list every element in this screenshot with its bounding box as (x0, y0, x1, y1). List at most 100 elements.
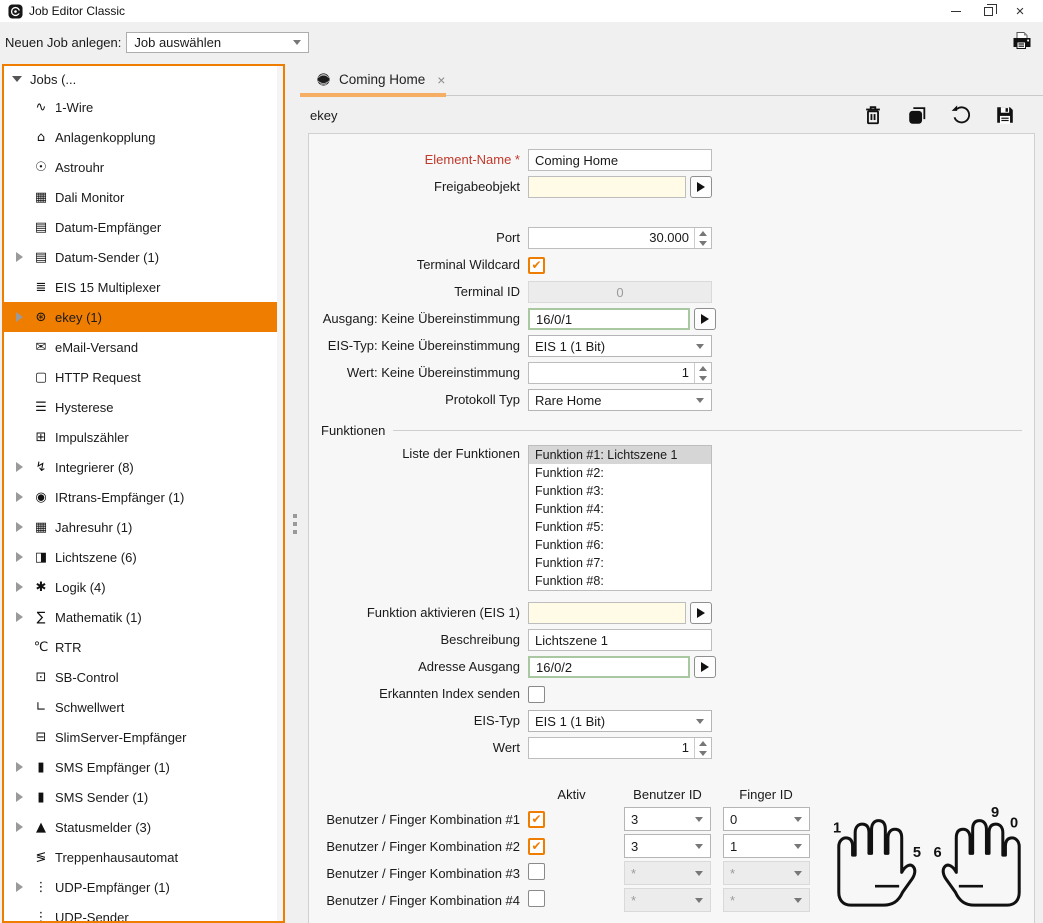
adresse-ausgang-picker-button[interactable] (694, 656, 716, 678)
sidebar-scrollbar[interactable] (277, 66, 283, 921)
spin-down-icon[interactable] (695, 238, 711, 248)
eis-typ-keine-uebereinstimmung-select[interactable]: EIS 1 (1 Bit) (528, 335, 712, 357)
aktiv-checkbox[interactable] (528, 863, 545, 880)
collapse-icon[interactable] (12, 76, 22, 82)
ausgang-keine-uebereinstimmung-input[interactable]: 16/0/1 (528, 308, 690, 330)
funktion-list-item[interactable]: Funktion #5: (529, 518, 711, 536)
beschreibung-input[interactable]: Lichtszene 1 (528, 629, 712, 651)
tree-item[interactable]: ⊛ ekey (1) (4, 302, 283, 332)
benutzer-id-select[interactable]: 3 (624, 834, 711, 858)
tree-item[interactable]: ◉ IRtrans-Empfänger (1) (4, 482, 283, 512)
expand-icon[interactable] (16, 252, 23, 262)
tree-item[interactable]: ▦ Jahresuhr (1) (4, 512, 283, 542)
spin-down-icon[interactable] (695, 373, 711, 383)
duplicate-button[interactable] (905, 103, 929, 127)
print-button[interactable] (1009, 29, 1035, 55)
spin-up-icon[interactable] (695, 363, 711, 373)
tree-item[interactable]: ☰ Hysterese (4, 392, 283, 422)
finger-id-select[interactable]: * (723, 888, 810, 912)
finger-id-select[interactable]: 1 (723, 834, 810, 858)
funktion-aktivieren-picker-button[interactable] (690, 602, 712, 624)
tree-item[interactable]: ∟ Schwellwert (4, 692, 283, 722)
spin-up-icon[interactable] (695, 738, 711, 748)
freigabeobjekt-picker-button[interactable] (690, 176, 712, 198)
spin-down-icon[interactable] (695, 748, 711, 758)
aktiv-checkbox[interactable] (528, 811, 545, 828)
eis-typ-select[interactable]: EIS 1 (1 Bit) (528, 710, 712, 732)
tree-item[interactable]: ▲ Statusmelder (3) (4, 812, 283, 842)
benutzer-id-select[interactable]: * (624, 888, 711, 912)
tree-item[interactable]: ⊡ SB-Control (4, 662, 283, 692)
finger-id-select[interactable]: * (723, 861, 810, 885)
tree-item[interactable]: ▤ Datum-Empfänger (4, 212, 283, 242)
save-button[interactable] (993, 103, 1017, 127)
protokoll-typ-select[interactable]: Rare Home (528, 389, 712, 411)
expand-icon[interactable] (16, 882, 23, 892)
expand-icon[interactable] (16, 612, 23, 622)
close-button[interactable]: × (1011, 2, 1029, 20)
tree-item[interactable]: ⊟ SlimServer-Empfänger (4, 722, 283, 752)
tree-item[interactable]: ≣ EIS 15 Multiplexer (4, 272, 283, 302)
spin-up-icon[interactable] (695, 228, 711, 238)
splitter-handle[interactable] (293, 514, 297, 534)
tree-item[interactable]: ◨ Lichtszene (6) (4, 542, 283, 572)
funktionen-listbox[interactable]: Funktion #1: Lichtszene 1Funktion #2:Fun… (528, 445, 712, 591)
tree-item[interactable]: ⌂ Anlagenkopplung (4, 122, 283, 152)
tree-item[interactable]: ⋮ UDP-Empfänger (1) (4, 872, 283, 902)
funktion-list-item[interactable]: Funktion #3: (529, 482, 711, 500)
tree-item[interactable]: ≶ Treppenhausautomat (4, 842, 283, 872)
funktion-list-item[interactable]: Funktion #2: (529, 464, 711, 482)
tree-item[interactable]: ▮ SMS Sender (1) (4, 782, 283, 812)
tree-item[interactable]: ▢ HTTP Request (4, 362, 283, 392)
funktion-list-item[interactable]: Funktion #4: (529, 500, 711, 518)
expand-icon[interactable] (16, 312, 23, 322)
expand-icon[interactable] (16, 462, 23, 472)
adresse-ausgang-input[interactable]: 16/0/2 (528, 656, 690, 678)
funktion-list-item[interactable]: Funktion #7: (529, 554, 711, 572)
expand-icon[interactable] (16, 822, 23, 832)
aktiv-checkbox[interactable] (528, 890, 545, 907)
funktion-list-item[interactable]: Funktion #8: (529, 572, 711, 590)
expand-icon[interactable] (16, 552, 23, 562)
element-name-input[interactable]: Coming Home (528, 149, 712, 171)
tree-item[interactable]: ℃ RTR (4, 632, 283, 662)
tree-item[interactable]: ✱ Logik (4) (4, 572, 283, 602)
expand-icon[interactable] (16, 492, 23, 502)
tree-item[interactable]: ⊞ Impulszähler (4, 422, 283, 452)
expand-icon[interactable] (16, 762, 23, 772)
funktion-aktivieren-input[interactable] (528, 602, 686, 624)
job-select[interactable]: Job auswählen (126, 32, 309, 53)
freigabeobjekt-input[interactable] (528, 176, 686, 198)
tab-close-icon[interactable]: × (437, 72, 445, 88)
tree-item[interactable]: ☉ Astrouhr (4, 152, 283, 182)
finger-id-select[interactable]: 0 (723, 807, 810, 831)
port-spinner[interactable]: 30.000 (528, 227, 712, 249)
funktion-list-item[interactable]: Funktion #1: Lichtszene 1 (529, 446, 711, 464)
expand-icon[interactable] (16, 582, 23, 592)
tree-item[interactable]: ▤ Datum-Sender (1) (4, 242, 283, 272)
tab-coming-home[interactable]: Coming Home × (310, 66, 451, 93)
tree-item[interactable]: ⋮ UDP-Sender (4, 902, 283, 923)
benutzer-id-select[interactable]: * (624, 861, 711, 885)
expand-icon[interactable] (16, 522, 23, 532)
tree-item[interactable]: ↯ Integrierer (8) (4, 452, 283, 482)
undo-button[interactable] (949, 103, 973, 127)
minimize-button[interactable] (947, 2, 965, 20)
tree-item[interactable]: ▦ Dali Monitor (4, 182, 283, 212)
expand-icon[interactable] (16, 792, 23, 802)
wert-keine-uebereinstimmung-spinner[interactable]: 1 (528, 362, 712, 384)
benutzer-id-select[interactable]: 3 (624, 807, 711, 831)
tree-item[interactable]: ✉ eMail-Versand (4, 332, 283, 362)
funktion-list-item[interactable]: Funktion #6: (529, 536, 711, 554)
tree-root-jobs[interactable]: Jobs (... (4, 66, 283, 92)
tree-item[interactable]: ∿ 1-Wire (4, 92, 283, 122)
erkannten-index-senden-checkbox[interactable] (528, 686, 545, 703)
tree-item[interactable]: ▮ SMS Empfänger (1) (4, 752, 283, 782)
tree-item[interactable]: ∑ Mathematik (1) (4, 602, 283, 632)
delete-button[interactable] (861, 103, 885, 127)
wert-spinner[interactable]: 1 (528, 737, 712, 759)
restore-button[interactable] (979, 2, 997, 20)
ausgang-picker-button[interactable] (694, 308, 716, 330)
terminal-wildcard-checkbox[interactable] (528, 257, 545, 274)
aktiv-checkbox[interactable] (528, 838, 545, 855)
